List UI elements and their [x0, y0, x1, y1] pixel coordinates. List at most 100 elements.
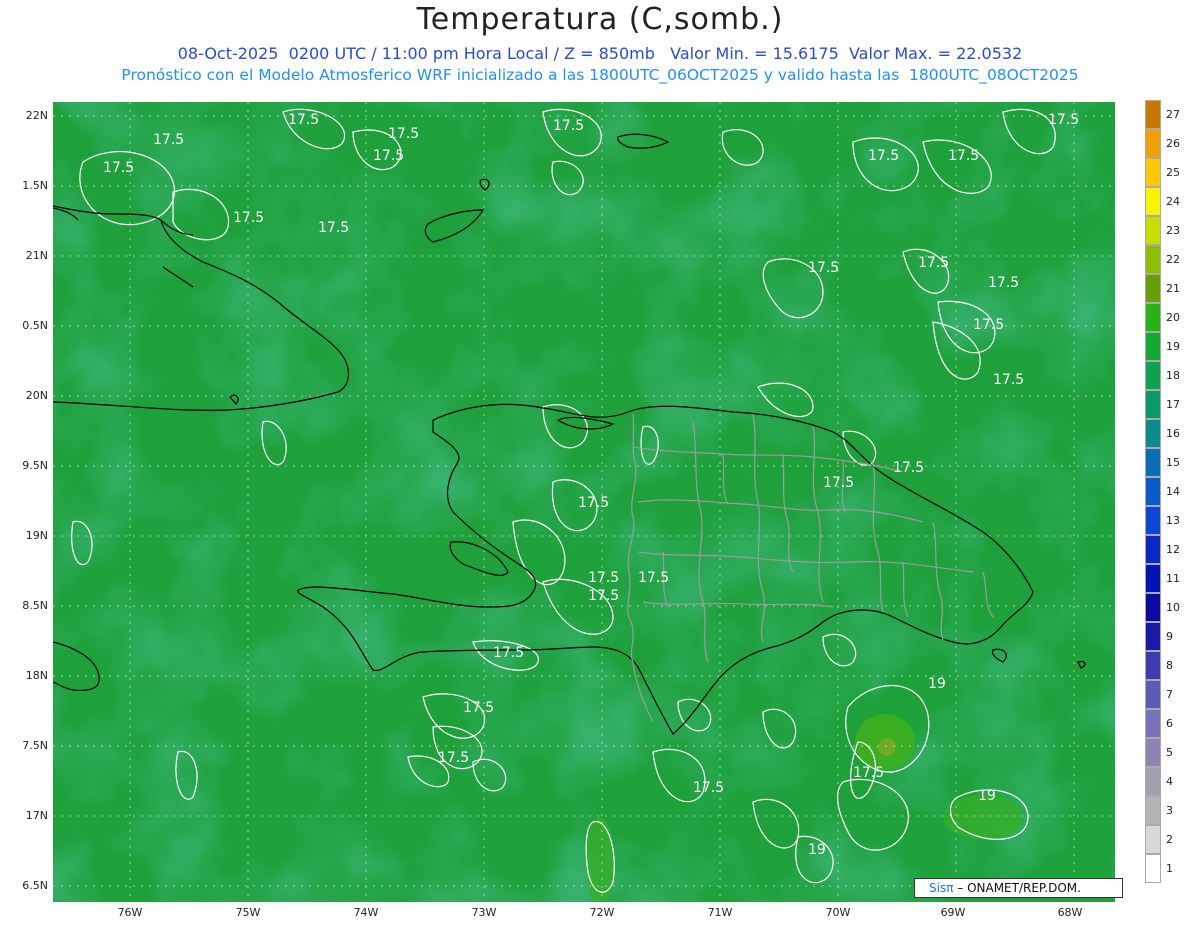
colorbar-swatch: [1145, 390, 1161, 419]
colorbar-label: 13: [1166, 514, 1180, 527]
colorbar-label: 10: [1166, 601, 1180, 614]
colorbar-swatch: [1145, 506, 1161, 535]
colorbar-swatch: [1145, 767, 1161, 796]
colorbar-swatch: [1145, 361, 1161, 390]
colorbar-label: 6: [1166, 717, 1173, 730]
colorbar-swatch: [1145, 564, 1161, 593]
longitude-label: 71W: [707, 906, 733, 919]
map-subtitle-valid-time: 08-Oct-2025 0200 UTC / 11:00 pm Hora Loc…: [177, 44, 1023, 63]
latitude-label: 21N: [25, 249, 48, 262]
latitude-label: 1.5N: [22, 179, 48, 192]
colorbar-label: 4: [1166, 775, 1173, 788]
contour-label: 17.5: [318, 220, 349, 236]
colorbar-label: 8: [1166, 659, 1173, 672]
contour-label: 17.5: [993, 372, 1024, 388]
colorbar-swatch: [1145, 622, 1161, 651]
colorbar-label: 2: [1166, 833, 1173, 846]
map-subtitle-model-run: Pronóstico con el Modelo Atmosferico WRF…: [121, 66, 1079, 84]
contour-label: 19: [928, 676, 946, 692]
contour-label: 17.5: [463, 700, 494, 716]
colorbar-swatch: [1145, 854, 1161, 883]
contour-label: 17.5: [823, 475, 854, 491]
longitude-label: 68W: [1057, 906, 1083, 919]
longitude-label: 73W: [471, 906, 497, 919]
contour-label: 17.5: [1048, 112, 1079, 128]
contour-label: 17.5: [578, 495, 609, 511]
latitude-label: 6.5N: [22, 879, 48, 892]
contour-label: 17.5: [438, 750, 469, 766]
contour-label: 17.5: [388, 126, 419, 142]
colorbar-label: 16: [1166, 427, 1180, 440]
contour-label: 17.5: [288, 112, 319, 128]
colorbar-swatch: [1145, 448, 1161, 477]
latitude-label: 0.5N: [22, 319, 48, 332]
longitude-label: 69W: [940, 906, 966, 919]
colorbar-label: 25: [1166, 166, 1180, 179]
contour-label: 17.5: [808, 260, 839, 276]
colorbar-swatch: [1145, 332, 1161, 361]
colorbar-label: 27: [1166, 108, 1180, 121]
colorbar-label: 3: [1166, 804, 1173, 817]
colorbar-label: 7: [1166, 688, 1173, 701]
colorbar-swatch: [1145, 245, 1161, 274]
latitude-label: 17N: [25, 809, 48, 822]
latitude-label: 19N: [25, 529, 48, 542]
contour-label: 17.5: [918, 255, 949, 271]
colorbar-swatch: [1145, 593, 1161, 622]
colorbar-label: 22: [1166, 253, 1180, 266]
contour-label: 17.5: [973, 317, 1004, 333]
temperature-map: 17.5 17.5 17.5 17.5 17.5 17.5 17.5 17.5 17.5 17.5…: [53, 102, 1115, 902]
colorbar-swatch: [1145, 419, 1161, 448]
colorbar-label: 18: [1166, 369, 1180, 382]
colorbar-swatch: [1145, 535, 1161, 564]
contour-label: 17.5: [103, 160, 134, 176]
colorbar-label: 12: [1166, 543, 1180, 556]
colorbar-swatch: [1145, 100, 1161, 129]
colorbar-swatch: [1145, 738, 1161, 767]
latitude-label: 9.5N: [22, 459, 48, 472]
longitude-label: 75W: [235, 906, 261, 919]
contour-label: 17.5: [553, 118, 584, 134]
contour-label: 19: [808, 842, 826, 858]
warm-core-20: [878, 738, 896, 756]
colorbar-swatch: [1145, 680, 1161, 709]
colorbar-label: 24: [1166, 195, 1180, 208]
colorbar-label: 15: [1166, 456, 1180, 469]
contour-label: 17.5: [988, 275, 1019, 291]
colorbar-swatch: [1145, 651, 1161, 680]
contour-label: 17.5: [233, 210, 264, 226]
longitude-label: 76W: [117, 906, 143, 919]
contour-label: 17.5: [868, 148, 899, 164]
colorbar-swatch: [1145, 825, 1161, 854]
contour-label: 17.5: [153, 132, 184, 148]
colorbar-label: 11: [1166, 572, 1180, 585]
colorbar-label: 9: [1166, 630, 1173, 643]
contour-label: 17.5: [373, 148, 404, 164]
contour-label: 17.5: [853, 765, 884, 781]
contour-label: 17.5: [948, 148, 979, 164]
colorbar-label: 1: [1166, 862, 1173, 875]
contour-label: 17.5: [588, 588, 619, 604]
contour-label: 17.5: [638, 570, 669, 586]
colorbar-swatch: [1145, 129, 1161, 158]
longitude-label: 72W: [589, 906, 615, 919]
colorbar-swatch: [1145, 709, 1161, 738]
colorbar-label: 5: [1166, 746, 1173, 759]
colorbar-label: 17: [1166, 398, 1180, 411]
colorbar-label: 23: [1166, 224, 1180, 237]
colorbar-swatch: [1145, 796, 1161, 825]
colorbar-swatch: [1145, 274, 1161, 303]
contour-label: 17.5: [493, 645, 524, 661]
colorbar-label: 19: [1166, 340, 1180, 353]
latitude-label: 7.5N: [22, 739, 48, 752]
colorbar-label: 14: [1166, 485, 1180, 498]
credit-text: – ONAMET/REP.DOM.: [953, 881, 1081, 895]
longitude-label: 74W: [353, 906, 379, 919]
latitude-label: 20N: [25, 389, 48, 402]
colorbar-swatch: [1145, 303, 1161, 332]
contour-label: 19: [978, 788, 996, 804]
colorbar-swatch: [1145, 216, 1161, 245]
colorbar-swatch: [1145, 158, 1161, 187]
map-title: Temperatura (C,somb.): [416, 2, 784, 37]
latitude-label: 18N: [25, 669, 48, 682]
